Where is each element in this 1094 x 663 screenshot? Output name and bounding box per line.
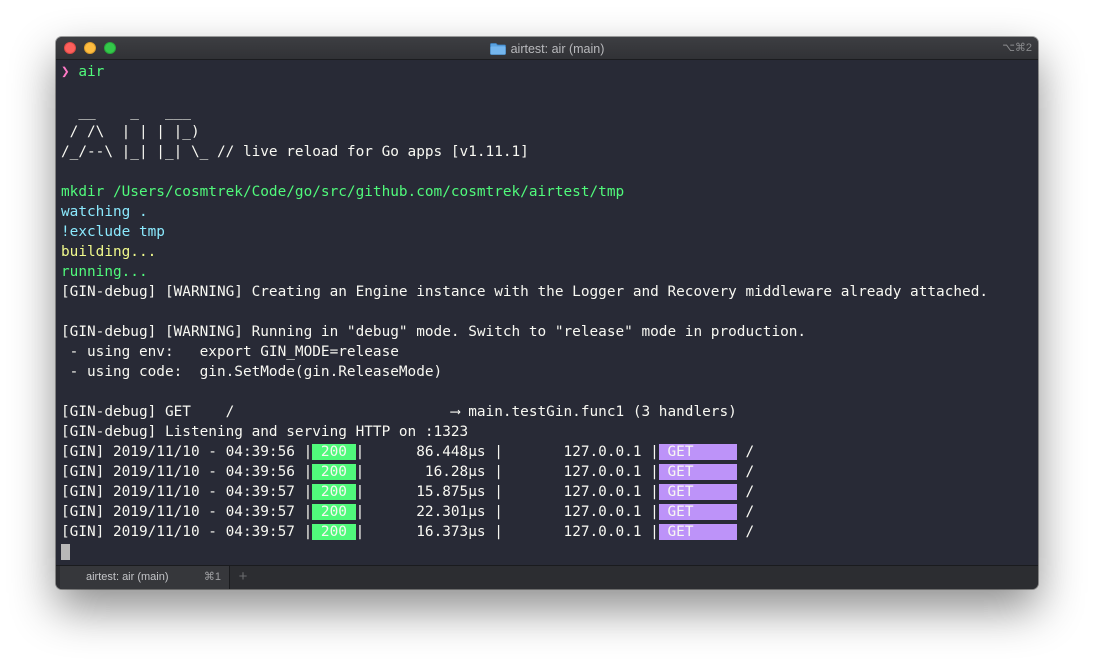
status-code-badge: 200 [312,504,356,520]
terminal-text: / [736,524,755,540]
terminal-text: [GIN] 2019/11/10 - 04:39:57 | [61,484,313,500]
terminal-text: | 15.875µs | 127.0.0.1 | [355,484,659,500]
terminal-line: [GIN-debug] Listening and serving HTTP o… [61,422,1036,442]
terminal-text: ❯ [61,64,79,80]
tab-shortcut: ⌘1 [203,571,221,583]
terminal-text: / [736,464,755,480]
cursor-icon [61,544,70,560]
terminal-text: | 16.373µs | 127.0.0.1 | [355,524,659,540]
terminal-line: / /\ | | | |_) [61,122,1036,142]
terminal-text: [GIN] 2019/11/10 - 04:39:57 | [61,504,313,520]
http-method-badge: GET [658,504,737,520]
terminal-line: - using env: export GIN_MODE=release [61,342,1036,362]
terminal-line: [GIN-debug] [WARNING] Running in "debug"… [61,322,1036,342]
terminal-text: - using code: gin.SetMode(gin.ReleaseMod… [61,364,443,380]
terminal-output[interactable]: ❯ air __ _ ___ / /\ | | | |_) /_/--\ |_|… [61,62,1036,564]
terminal-line: ❯ air [61,62,1036,82]
terminal-line: running... [61,262,1036,282]
status-code-badge: 200 [312,464,356,480]
terminal-line: [GIN] 2019/11/10 - 04:39:56 | 200 | 16.2… [61,462,1036,482]
status-code-badge: 200 [312,444,356,460]
terminal-line: [GIN] 2019/11/10 - 04:39:56 | 200 | 86.4… [61,442,1036,462]
terminal-line: [GIN] 2019/11/10 - 04:39:57 | 200 | 15.8… [61,482,1036,502]
terminal-text: [GIN] 2019/11/10 - 04:39:57 | [61,524,313,540]
terminal-text: !exclude tmp [61,224,165,240]
terminal-line: !exclude tmp [61,222,1036,242]
tab-title: airtest: air (main) [86,571,169,583]
terminal-line: /_/--\ |_| |_| \_ // live reload for Go … [61,142,1036,162]
status-code-badge: 200 [312,524,356,540]
terminal-line: mkdir /Users/cosmtrek/Code/go/src/github… [61,182,1036,202]
terminal-line: [GIN] 2019/11/10 - 04:39:57 | 200 | 22.3… [61,502,1036,522]
terminal-text: / [736,484,755,500]
terminal-text: / /\ | | | |_) [61,124,209,140]
terminal-text: building... [61,244,157,260]
terminal-text: /_/--\ |_| |_| \_ // live reload for Go … [61,144,529,160]
terminal-line: - using code: gin.SetMode(gin.ReleaseMod… [61,362,1036,382]
terminal-line: [GIN-debug] [WARNING] Creating an Engine… [61,282,1036,302]
terminal-text: / [736,504,755,520]
terminal-text: [GIN-debug] Listening and serving HTTP o… [61,424,469,440]
http-method-badge: GET [658,524,737,540]
prompt-line [61,542,1036,562]
window-title: airtest: air (main) [56,37,1038,60]
folder-icon [489,42,506,55]
tab-airtest[interactable]: airtest: air (main) ⌘1 [60,566,230,589]
terminal-line: [GIN] 2019/11/10 - 04:39:57 | 200 | 16.3… [61,522,1036,542]
status-code-badge: 200 [312,484,356,500]
tab-bar: airtest: air (main) ⌘1 + [56,565,1038,589]
terminal-text: [GIN] 2019/11/10 - 04:39:56 | [61,444,313,460]
window-shortcut: ⌥⌘2 [1002,42,1032,54]
terminal-window: airtest: air (main) ⌥⌘2 ❯ air __ _ ___ /… [56,37,1038,589]
terminal-line: building... [61,242,1036,262]
http-method-badge: GET [658,484,737,500]
terminal-text: [GIN-debug] GET / ⟶ main.testGin.func1 (… [61,404,737,420]
window-title-text: airtest: air (main) [510,41,605,56]
terminal-text: | 22.301µs | 127.0.0.1 | [355,504,659,520]
terminal-line: watching . [61,202,1036,222]
terminal-text: [GIN] 2019/11/10 - 04:39:56 | [61,464,313,480]
terminal-text: running... [61,264,148,280]
terminal-text: - using env: export GIN_MODE=release [61,344,399,360]
http-method-badge: GET [658,444,737,460]
terminal-text: watching . [61,204,148,220]
terminal-line: __ _ ___ [61,102,1036,122]
http-method-badge: GET [658,464,737,480]
terminal-text: mkdir /Users/cosmtrek/Code/go/src/github… [61,184,625,200]
title-bar[interactable]: airtest: air (main) ⌥⌘2 [56,37,1038,60]
terminal-text: / [736,444,755,460]
terminal-text: __ _ ___ [61,104,209,120]
new-tab-button[interactable]: + [234,566,252,588]
terminal-text: air [78,64,105,80]
terminal-text: | 86.448µs | 127.0.0.1 | [355,444,659,460]
terminal-text: [GIN-debug] [WARNING] Creating an Engine… [61,284,989,300]
terminal-text: [GIN-debug] [WARNING] Running in "debug"… [61,324,807,340]
terminal-text: | 16.28µs | 127.0.0.1 | [355,464,659,480]
terminal-line: [GIN-debug] GET / ⟶ main.testGin.func1 (… [61,402,1036,422]
